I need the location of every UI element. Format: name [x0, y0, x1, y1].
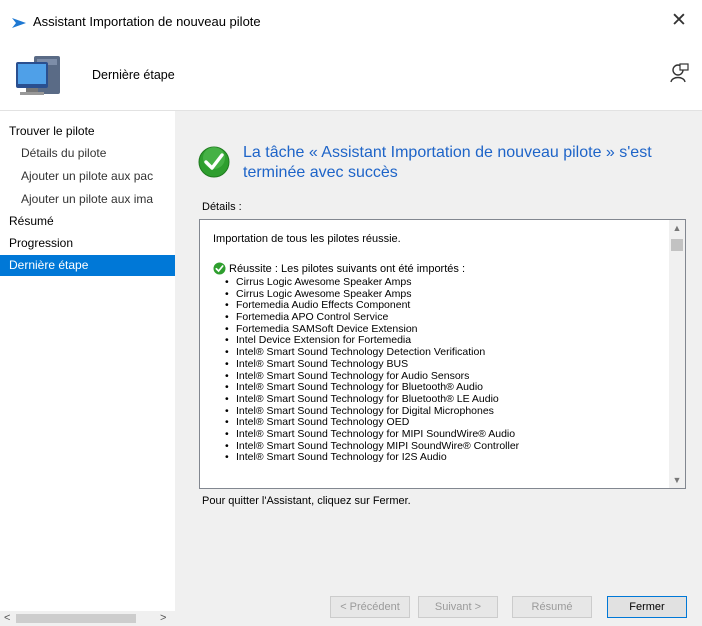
sidebar-item-trouver-le-pilote[interactable]: Trouver le pilote [0, 121, 175, 142]
sidebar-item-progression[interactable]: Progression [0, 233, 175, 254]
arrow-icon [11, 16, 27, 34]
list-item: Intel® Smart Sound Technology for I2S Au… [225, 452, 519, 464]
previous-button[interactable]: < Précédent [330, 596, 410, 618]
scroll-up-arrow-icon[interactable]: ▲ [669, 220, 685, 236]
list-item: Intel® Smart Sound Technology BUS [225, 358, 519, 371]
list-item: Cirrus Logic Awesome Speaker Amps [225, 276, 519, 289]
scroll-left-arrow-icon[interactable]: < [4, 611, 10, 626]
scrollbar-thumb[interactable] [671, 239, 683, 251]
scroll-down-arrow-icon[interactable]: ▼ [669, 472, 685, 488]
scrollbar-thumb[interactable] [16, 614, 136, 623]
wizard-steps-sidebar: Trouver le pilote Détails du pilote Ajou… [0, 111, 175, 626]
details-vertical-scrollbar[interactable]: ▲ ▼ [669, 220, 685, 488]
success-status-text: Réussite : Les pilotes suivants ont été … [229, 263, 466, 275]
details-label: Détails : [202, 201, 242, 213]
sidebar-item-ajouter-pilote-images[interactable]: Ajouter un pilote aux ima [0, 189, 175, 210]
details-textbox[interactable]: Importation de tous les pilotes réussie.… [199, 219, 686, 489]
sidebar-item-ajouter-pilote-paquets[interactable]: Ajouter un pilote aux pac [0, 166, 175, 187]
list-item: Fortemedia APO Control Service [225, 311, 519, 324]
title-bar: Assistant Importation de nouveau pilote … [0, 0, 702, 42]
success-message: La tâche « Assistant Importation de nouv… [243, 144, 652, 181]
quit-instruction: Pour quitter l'Assistant, cliquez sur Fe… [202, 495, 411, 507]
summary-button[interactable]: Résumé [512, 596, 592, 618]
wizard-header: Dernière étape [0, 42, 702, 111]
page-title: Dernière étape [92, 68, 175, 82]
list-item: Intel® Smart Sound Technology for Blueto… [225, 393, 519, 406]
next-button[interactable]: Suivant > [418, 596, 498, 618]
computer-icon [12, 52, 74, 105]
list-item: Intel® Smart Sound Technology for MIPI S… [225, 428, 519, 441]
scroll-right-arrow-icon[interactable]: > [160, 611, 166, 626]
close-button[interactable]: ✕ [656, 0, 702, 42]
main-content: La tâche « Assistant Importation de nouv… [175, 111, 702, 626]
sidebar-horizontal-scrollbar[interactable]: < > [0, 611, 175, 626]
close-wizard-button[interactable]: Fermer [607, 596, 687, 618]
import-status-line: Importation de tous les pilotes réussie. [213, 233, 401, 245]
success-check-icon [198, 146, 230, 183]
feedback-icon[interactable] [668, 62, 690, 89]
driver-list: Cirrus Logic Awesome Speaker Amps Cirrus… [225, 276, 519, 464]
window-title: Assistant Importation de nouveau pilote [33, 14, 261, 29]
button-bar: < Précédent Suivant > Résumé Fermer [175, 576, 702, 626]
sidebar-item-derniere-etape[interactable]: Dernière étape [0, 255, 175, 276]
sidebar-item-resume[interactable]: Résumé [0, 211, 175, 232]
sidebar-item-details-du-pilote[interactable]: Détails du pilote [0, 143, 175, 164]
